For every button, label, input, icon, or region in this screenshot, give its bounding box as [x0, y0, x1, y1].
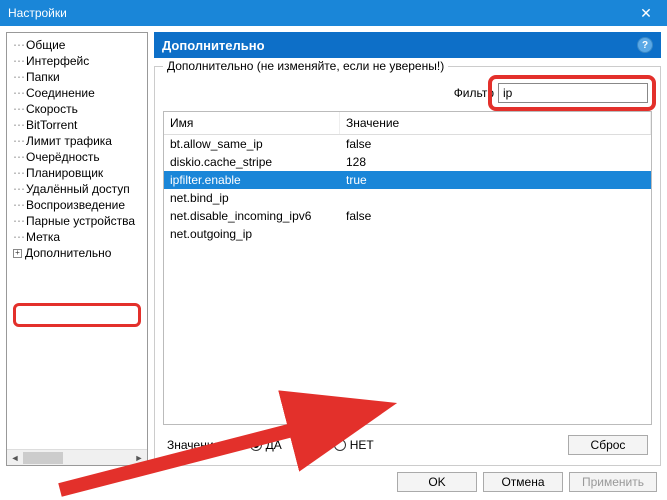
panel-title: Дополнительно [162, 38, 265, 53]
column-name[interactable]: Имя [164, 112, 340, 134]
cell-name: net.disable_incoming_ipv6 [164, 208, 340, 224]
ok-button[interactable]: OK [397, 472, 477, 492]
tree-connector-icon: ⋯ [13, 230, 24, 244]
scroll-left-icon[interactable]: ◄ [7, 450, 23, 466]
filter-row: Фильтр [163, 83, 648, 103]
tree-connector-icon: ⋯ [13, 182, 24, 196]
tree-item-label: Интерфейс [26, 54, 89, 68]
tree-item[interactable]: ⋯Интерфейс [7, 53, 147, 69]
tree-item[interactable]: +Дополнительно [7, 245, 147, 261]
tree-item[interactable]: ⋯Планировщик [7, 165, 147, 181]
table-row[interactable]: ipfilter.enabletrue [164, 171, 651, 189]
cell-name: bt.allow_same_ip [164, 136, 340, 152]
table-row[interactable]: diskio.cache_stripe128 [164, 153, 651, 171]
cancel-button[interactable]: Отмена [483, 472, 563, 492]
tree-item-label: Парные устройства [26, 214, 135, 228]
tree-connector-icon: ⋯ [13, 86, 24, 100]
highlight-annotation [13, 303, 141, 327]
radio-yes-group[interactable]: ДА [250, 438, 282, 452]
radio-no-label: НЕТ [350, 438, 374, 452]
radio-no[interactable] [334, 439, 346, 451]
tree-item[interactable]: ⋯Воспроизведение [7, 197, 147, 213]
radio-yes[interactable] [250, 439, 262, 451]
tree-item-label: Соединение [26, 86, 95, 100]
horizontal-scrollbar[interactable]: ◄ ► [7, 449, 147, 465]
tree-connector-icon: ⋯ [13, 166, 24, 180]
cell-name: ipfilter.enable [164, 172, 340, 188]
table-row[interactable]: net.outgoing_ip [164, 225, 651, 243]
dialog-body: ⋯Общие⋯Интерфейс⋯Папки⋯Соединение⋯Скорос… [0, 26, 667, 466]
column-value[interactable]: Значение [340, 112, 651, 134]
cell-value [340, 190, 651, 206]
table-header: Имя Значение [164, 112, 651, 135]
cell-value: false [340, 136, 651, 152]
table-row[interactable]: bt.allow_same_ipfalse [164, 135, 651, 153]
radio-yes-label: ДА [266, 438, 282, 452]
radio-no-group[interactable]: НЕТ [334, 438, 374, 452]
tree-item[interactable]: ⋯Метка [7, 229, 147, 245]
tree-item-label: Папки [26, 70, 60, 84]
window-title: Настройки [8, 6, 625, 20]
table-row[interactable]: net.disable_incoming_ipv6false [164, 207, 651, 225]
filter-label: Фильтр [454, 86, 494, 100]
tree-item-label: BitTorrent [26, 118, 77, 132]
cell-name: net.outgoing_ip [164, 226, 340, 242]
settings-tree: ⋯Общие⋯Интерфейс⋯Папки⋯Соединение⋯Скорос… [6, 32, 148, 466]
tree-connector-icon: ⋯ [13, 70, 24, 84]
advanced-groupbox: Дополнительно (не изменяйте, если не уве… [154, 66, 661, 466]
reset-button[interactable]: Сброс [568, 435, 648, 455]
cell-value: 128 [340, 154, 651, 170]
panel-header: Дополнительно ? [154, 32, 661, 58]
cell-value [340, 226, 651, 242]
tree-item[interactable]: ⋯BitTorrent [7, 117, 147, 133]
apply-button[interactable]: Применить [569, 472, 657, 492]
tree-item-label: Очерёдность [26, 150, 100, 164]
cell-value: false [340, 208, 651, 224]
scroll-right-icon[interactable]: ► [131, 450, 147, 466]
tree-connector-icon: ⋯ [13, 134, 24, 148]
tree-item[interactable]: ⋯Лимит трафика [7, 133, 147, 149]
value-editor-row: Значение: ДА НЕТ Сброс [163, 433, 652, 457]
tree-item-label: Общие [26, 38, 65, 52]
tree-item-label: Воспроизведение [26, 198, 125, 212]
expand-icon[interactable]: + [13, 249, 22, 258]
tree-item[interactable]: ⋯Соединение [7, 85, 147, 101]
filter-input[interactable] [498, 83, 648, 103]
main-panel: Дополнительно ? Дополнительно (не изменя… [154, 32, 661, 466]
tree-item[interactable]: ⋯Папки [7, 69, 147, 85]
tree-item-label: Лимит трафика [26, 134, 112, 148]
close-icon: ✕ [640, 5, 652, 22]
tree-item-label: Скорость [26, 102, 78, 116]
tree-connector-icon: ⋯ [13, 118, 24, 132]
groupbox-label: Дополнительно (не изменяйте, если не уве… [163, 59, 448, 73]
dialog-footer: OK Отмена Применить [0, 466, 667, 498]
tree-item-label: Планировщик [26, 166, 103, 180]
tree-connector-icon: ⋯ [13, 38, 24, 52]
value-label: Значение: [167, 438, 224, 452]
tree-item-label: Метка [26, 230, 60, 244]
tree-item-label: Дополнительно [25, 246, 111, 260]
tree-item[interactable]: ⋯Скорость [7, 101, 147, 117]
tree-connector-icon: ⋯ [13, 150, 24, 164]
tree-item[interactable]: ⋯Очерёдность [7, 149, 147, 165]
close-button[interactable]: ✕ [625, 0, 667, 26]
tree-item-label: Удалённый доступ [26, 182, 130, 196]
tree-item[interactable]: ⋯Удалённый доступ [7, 181, 147, 197]
table-row[interactable]: net.bind_ip [164, 189, 651, 207]
tree-connector-icon: ⋯ [13, 198, 24, 212]
tree-connector-icon: ⋯ [13, 54, 24, 68]
scroll-thumb[interactable] [23, 452, 63, 464]
tree-connector-icon: ⋯ [13, 102, 24, 116]
tree-item[interactable]: ⋯Парные устройства [7, 213, 147, 229]
tree-item[interactable]: ⋯Общие [7, 37, 147, 53]
cell-value: true [340, 172, 651, 188]
settings-table: Имя Значение bt.allow_same_ipfalsediskio… [163, 111, 652, 425]
titlebar: Настройки ✕ [0, 0, 667, 26]
tree-connector-icon: ⋯ [13, 214, 24, 228]
help-icon[interactable]: ? [637, 37, 653, 53]
cell-name: diskio.cache_stripe [164, 154, 340, 170]
cell-name: net.bind_ip [164, 190, 340, 206]
